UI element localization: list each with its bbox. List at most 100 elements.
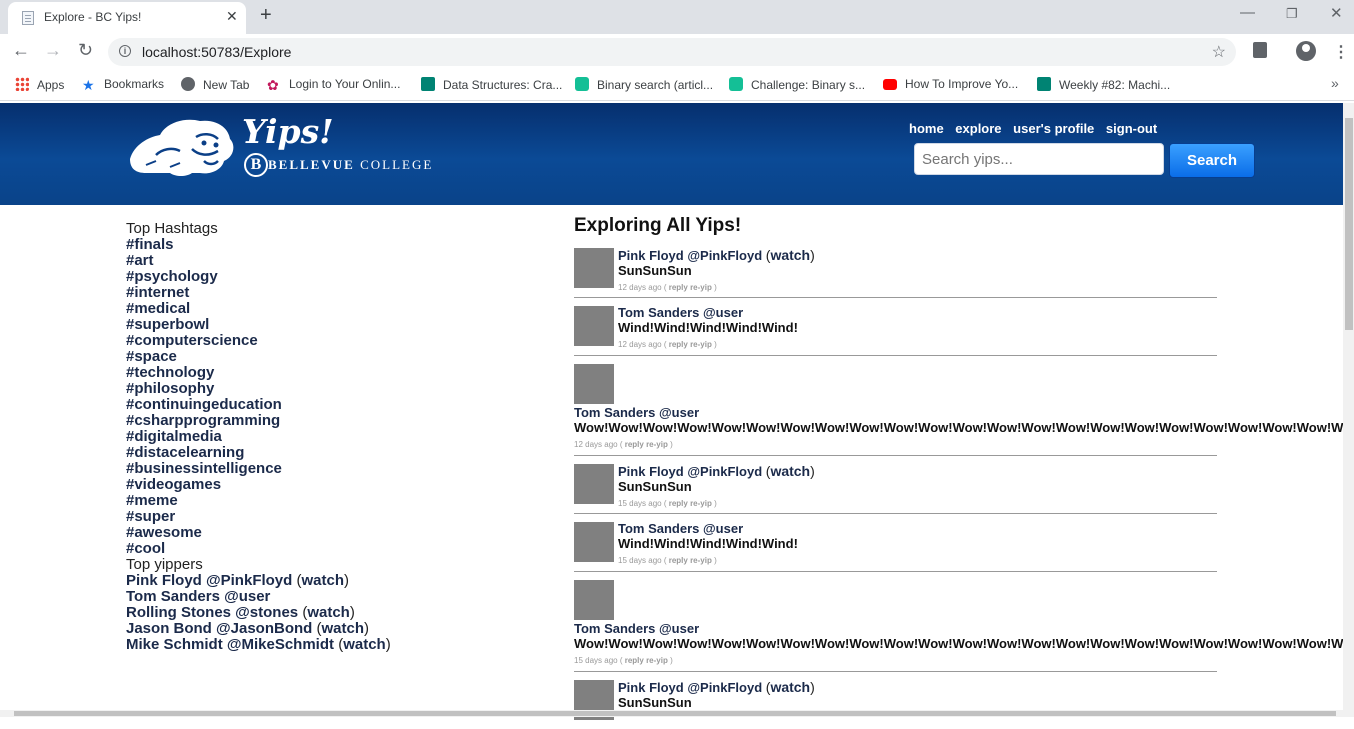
reply-link[interactable]: reply xyxy=(669,340,688,349)
watch-link[interactable]: watch xyxy=(343,636,386,653)
back-icon[interactable]: ← xyxy=(12,40,30,61)
yipper-link[interactable]: Pink Floyd @PinkFloyd xyxy=(126,572,292,589)
yipper-link[interactable]: Rolling Stones @stones xyxy=(126,604,298,621)
paren-close: ) xyxy=(349,604,355,621)
hashtag-link[interactable]: #internet xyxy=(126,285,546,301)
bookmark-bookmarks[interactable]: ★ Bookmarks xyxy=(82,77,164,92)
hashtag-link[interactable]: #businessintelligence xyxy=(126,461,546,477)
star-icon: ★ xyxy=(82,77,95,93)
site-info-icon[interactable]: i xyxy=(119,45,131,57)
avatar[interactable] xyxy=(574,580,614,620)
reyip-link[interactable]: re-yip xyxy=(690,556,712,565)
watch-link[interactable]: watch xyxy=(301,572,344,589)
reply-link[interactable]: reply xyxy=(669,283,688,292)
bookmark-star-icon[interactable]: ☆ xyxy=(1212,42,1226,62)
yipper-row: Pink Floyd @PinkFloyd (watch) xyxy=(126,573,546,589)
url-text[interactable]: localhost:50783/Explore xyxy=(142,44,291,60)
hashtag-link[interactable]: #finals xyxy=(126,237,546,253)
reply-link[interactable]: reply xyxy=(625,440,644,449)
hashtag-link[interactable]: #philosophy xyxy=(126,381,546,397)
profile-avatar-icon[interactable] xyxy=(1296,41,1316,61)
watch-link[interactable]: watch xyxy=(321,620,364,637)
bookmark-youtube[interactable]: How To Improve Yo... xyxy=(883,77,1018,91)
yip-age: 15 days ago xyxy=(618,556,662,565)
reyip-link[interactable]: re-yip xyxy=(690,283,712,292)
yipper-row: Mike Schmidt @MikeSchmidt (watch) xyxy=(126,637,546,653)
hashtag-link[interactable]: #videogames xyxy=(126,477,546,493)
address-bar[interactable]: i localhost:50783/Explore ☆ xyxy=(108,38,1236,66)
browser-menu-icon[interactable]: ⋮ xyxy=(1333,42,1349,62)
reply-link[interactable]: reply xyxy=(625,656,644,665)
hashtag-link[interactable]: #meme xyxy=(126,493,546,509)
yip-author-link[interactable]: Tom Sanders @user xyxy=(618,305,743,320)
bookmark-apps[interactable]: Apps xyxy=(15,77,64,92)
bookmark-login[interactable]: ✿ Login to Your Onlin... xyxy=(267,77,400,92)
yip-author-link[interactable]: Tom Sanders @user xyxy=(574,405,699,420)
reyip-link[interactable]: re-yip xyxy=(646,656,668,665)
avatar[interactable] xyxy=(574,522,614,562)
paren-close: ) xyxy=(364,620,369,637)
watch-link[interactable]: watch xyxy=(770,679,810,695)
close-tab-icon[interactable]: ✕ xyxy=(226,8,238,25)
hashtag-link[interactable]: #medical xyxy=(126,301,546,317)
new-tab-icon[interactable]: + xyxy=(260,4,272,27)
avatar[interactable] xyxy=(574,464,614,504)
extension-icon[interactable] xyxy=(1253,42,1267,58)
yip-author-link[interactable]: Pink Floyd @PinkFloyd xyxy=(618,248,762,263)
hashtag-link[interactable]: #awesome xyxy=(126,525,546,541)
nav-home[interactable]: home xyxy=(909,121,944,136)
vertical-scrollbar-thumb[interactable] xyxy=(1345,118,1353,330)
watch-link[interactable]: watch xyxy=(770,247,810,263)
reyip-link[interactable]: re-yip xyxy=(690,499,712,508)
watch-link[interactable]: watch xyxy=(307,604,350,621)
hashtag-link[interactable]: #super xyxy=(126,509,546,525)
reply-link[interactable]: reply xyxy=(669,499,688,508)
bookmark-weekly[interactable]: Weekly #82: Machi... xyxy=(1037,77,1170,92)
avatar[interactable] xyxy=(574,248,614,288)
hashtag-link[interactable]: #computerscience xyxy=(126,333,546,349)
hashtag-link[interactable]: #digitalmedia xyxy=(126,429,546,445)
forward-icon[interactable]: → xyxy=(44,40,62,61)
reload-icon[interactable]: ↻ xyxy=(78,40,93,61)
yipper-link[interactable]: Jason Bond @JasonBond xyxy=(126,620,312,637)
yip-meta: 15 days ago ( reply re-yip ) xyxy=(574,656,673,665)
nav-sign-out[interactable]: sign-out xyxy=(1106,121,1157,136)
avatar[interactable] xyxy=(574,306,614,346)
more-bookmarks-icon[interactable]: » xyxy=(1331,75,1339,91)
window-close-icon[interactable]: ✕ xyxy=(1330,4,1343,22)
yipper-link[interactable]: Tom Sanders @user xyxy=(126,588,270,605)
hashtag-link[interactable]: #cool xyxy=(126,541,546,557)
horizontal-scrollbar-thumb[interactable] xyxy=(14,711,1336,716)
bookmark-binary-search[interactable]: Binary search (articl... xyxy=(575,77,713,92)
yip-author-link[interactable]: Pink Floyd @PinkFloyd xyxy=(618,464,762,479)
hashtag-link[interactable]: #psychology xyxy=(126,269,546,285)
hashtag-link[interactable]: #superbowl xyxy=(126,317,546,333)
avatar[interactable] xyxy=(574,364,614,404)
yipper-link[interactable]: Mike Schmidt @MikeSchmidt xyxy=(126,636,334,653)
nav-explore[interactable]: explore xyxy=(955,121,1001,136)
hashtag-link[interactable]: #technology xyxy=(126,365,546,381)
yip-text: SunSunSun xyxy=(618,263,692,278)
browser-tab[interactable]: Explore - BC Yips! ✕ xyxy=(8,2,246,34)
hashtag-link[interactable]: #distacelearning xyxy=(126,445,546,461)
search-button[interactable]: Search xyxy=(1169,143,1255,178)
top-nav: home explore user's profile sign-out xyxy=(909,121,1165,136)
yip-author-link[interactable]: Tom Sanders @user xyxy=(618,521,743,536)
reply-link[interactable]: reply xyxy=(669,556,688,565)
bookmark-data-structures[interactable]: Data Structures: Cra... xyxy=(421,77,562,92)
yip-author-link[interactable]: Pink Floyd @PinkFloyd xyxy=(618,680,762,695)
yip-author-link[interactable]: Tom Sanders @user xyxy=(574,621,699,636)
minimize-icon[interactable]: — xyxy=(1240,4,1255,21)
hashtag-link[interactable]: #csharpprogramming xyxy=(126,413,546,429)
bookmark-challenge[interactable]: Challenge: Binary s... xyxy=(729,77,865,92)
search-input[interactable] xyxy=(914,143,1164,175)
watch-link[interactable]: watch xyxy=(770,463,810,479)
reyip-link[interactable]: re-yip xyxy=(690,340,712,349)
hashtag-link[interactable]: #continuingeducation xyxy=(126,397,546,413)
hashtag-link[interactable]: #art xyxy=(126,253,546,269)
bookmark-new-tab[interactable]: New Tab xyxy=(181,77,249,92)
hashtag-link[interactable]: #space xyxy=(126,349,546,365)
reyip-link[interactable]: re-yip xyxy=(646,440,668,449)
nav-users-profile[interactable]: user's profile xyxy=(1013,121,1094,136)
restore-icon[interactable]: ❐ xyxy=(1286,6,1298,22)
